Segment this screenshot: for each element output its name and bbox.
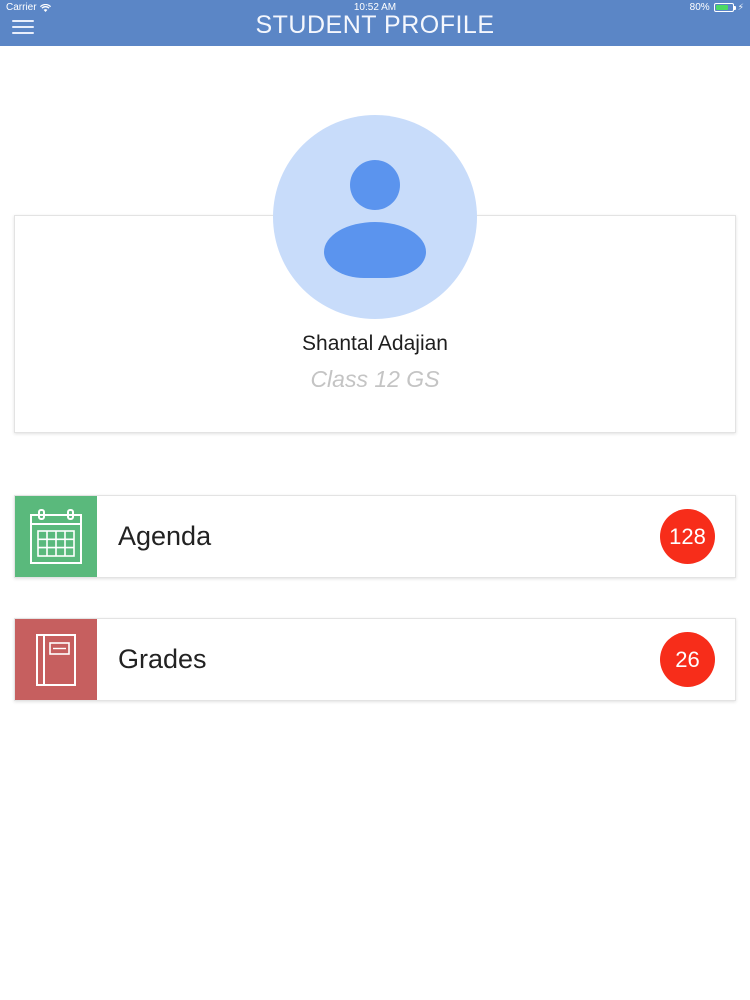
student-name: Shantal Adajian bbox=[302, 332, 448, 355]
agenda-icon-tile bbox=[15, 496, 97, 577]
avatar bbox=[273, 115, 477, 319]
agenda-count-badge: 128 bbox=[660, 509, 715, 564]
grades-row[interactable]: Grades 26 bbox=[14, 618, 736, 701]
app-header: Carrier 10:52 AM 80% ⚡ STUDENT PROFILE bbox=[0, 0, 750, 46]
grades-count-badge: 26 bbox=[660, 632, 715, 687]
agenda-row[interactable]: Agenda 128 bbox=[14, 495, 736, 578]
student-class: Class 12 GS bbox=[310, 366, 440, 392]
battery-fill bbox=[715, 5, 729, 10]
notebook-icon bbox=[36, 633, 76, 686]
grades-label: Grades bbox=[118, 644, 207, 674]
grades-icon-tile bbox=[15, 619, 97, 700]
agenda-label: Agenda bbox=[118, 521, 212, 551]
page-title: STUDENT PROFILE bbox=[255, 11, 495, 39]
calendar-icon bbox=[30, 508, 82, 564]
